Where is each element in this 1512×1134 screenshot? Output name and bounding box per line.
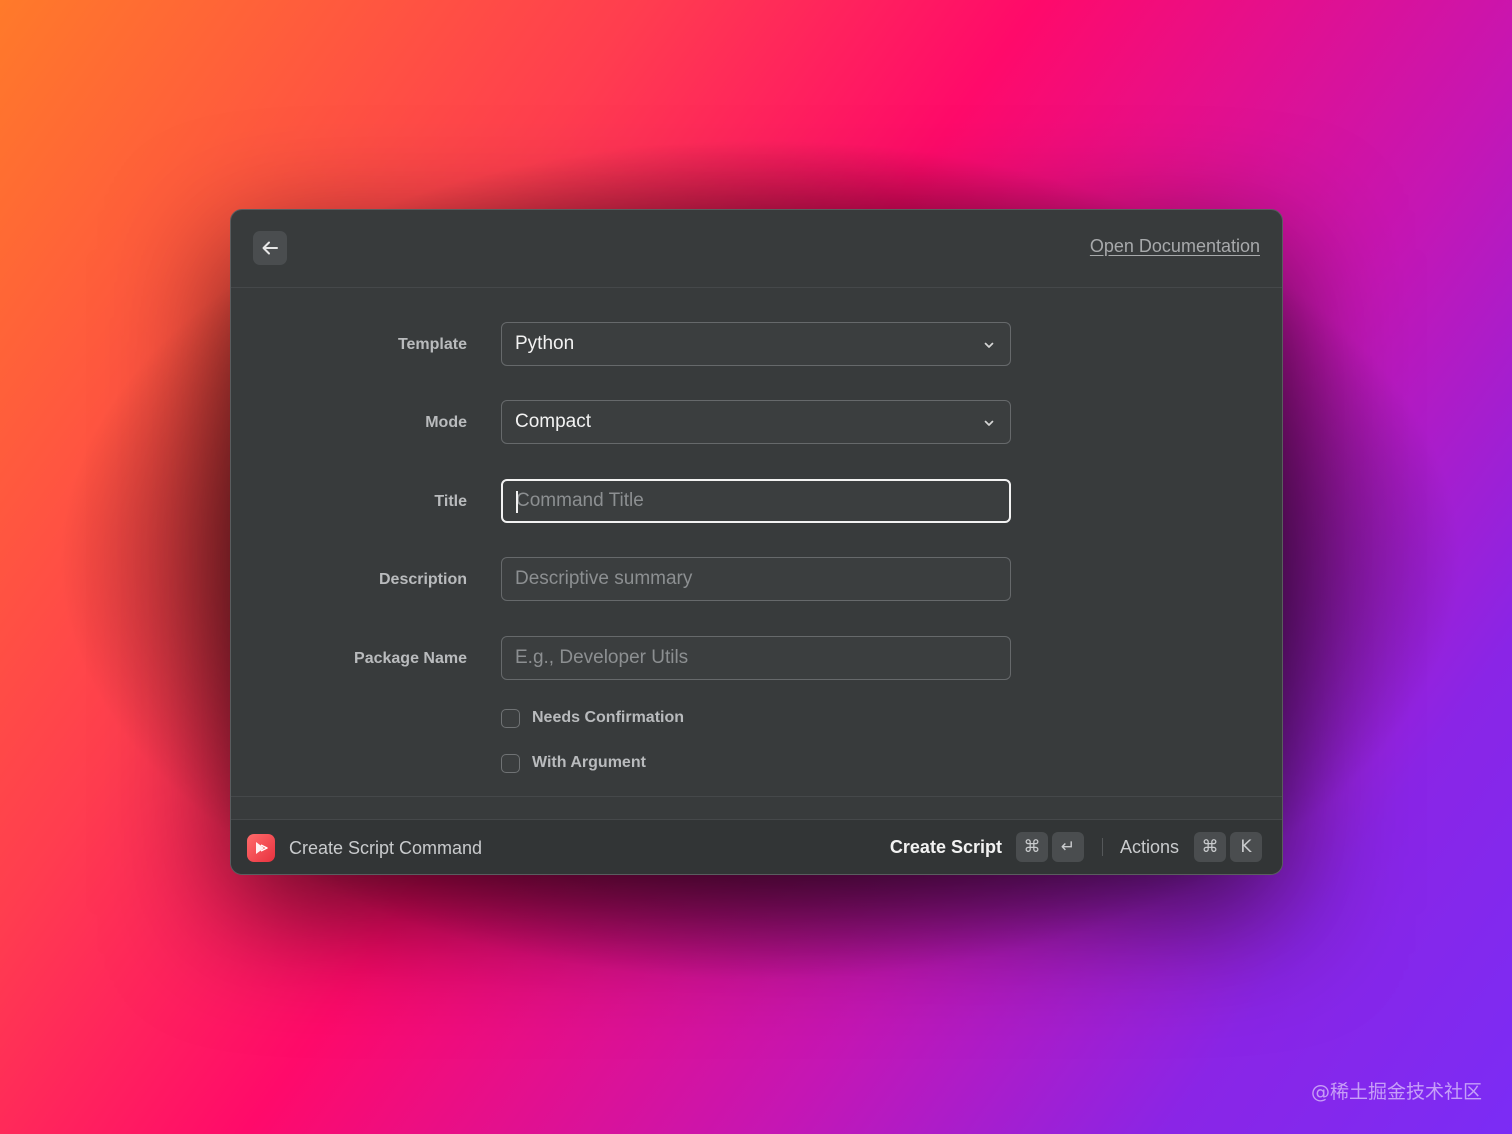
action-bar: Create Script Command Create Script ⌘ ↵ … [231,819,1282,874]
footer-actions: Create Script ⌘ ↵ Actions ⌘ K [890,831,1266,863]
chevron-down-icon [984,420,994,426]
window-header: Open Documentation [231,210,1282,288]
actions-button[interactable]: Actions [1120,837,1179,858]
title-row: Title [231,479,1282,525]
title-field-container [501,479,1011,523]
create-script-command-window: Open Documentation Template Python Mode … [230,209,1283,875]
open-documentation-link[interactable]: Open Documentation [1090,236,1260,257]
description-field-container [501,557,1011,601]
needs-confirmation-option[interactable]: Needs Confirmation [501,707,684,729]
chevron-down-icon [984,342,994,348]
script-command-icon [247,834,275,862]
return-key-icon: ↵ [1051,832,1084,862]
mode-row: Mode Compact [231,400,1282,446]
package-name-field[interactable] [502,637,1010,679]
title-field[interactable] [503,481,1009,521]
desktop-background: Open Documentation Template Python Mode … [0,0,1512,1134]
action-separator [1101,838,1103,856]
with-argument-label: With Argument [532,754,646,771]
command-key-icon: ⌘ [1015,832,1048,862]
package-name-row: Package Name [231,636,1282,682]
mode-label: Mode [425,414,467,431]
footer-divider [231,796,1282,797]
mode-select-value: Compact [515,411,592,432]
back-button[interactable] [253,231,287,265]
arrow-left-icon [262,241,278,255]
description-label: Description [378,571,467,588]
k-key: K [1230,832,1262,862]
description-field[interactable] [502,558,1010,600]
template-select-value: Python [515,333,575,354]
mode-select[interactable]: Compact [501,400,1011,444]
template-label: Template [397,336,467,353]
with-argument-checkbox[interactable] [501,753,520,773]
title-label: Title [434,493,467,510]
description-row: Description [231,557,1282,603]
template-row: Template Python [231,322,1282,368]
footer-title: Create Script Command [289,838,483,858]
command-key-icon: ⌘ [1194,832,1226,862]
needs-confirmation-label: Needs Confirmation [532,709,685,726]
script-glyph-icon [256,842,268,854]
needs-confirmation-checkbox[interactable] [501,708,520,728]
package-name-label: Package Name [354,650,467,667]
template-select[interactable]: Python [501,322,1011,366]
create-script-button[interactable]: Create Script [890,837,1002,858]
package-name-field-container [501,636,1011,680]
with-argument-option[interactable]: With Argument [501,752,646,774]
watermark: @稀土掘金技术社区 [1310,1081,1482,1103]
